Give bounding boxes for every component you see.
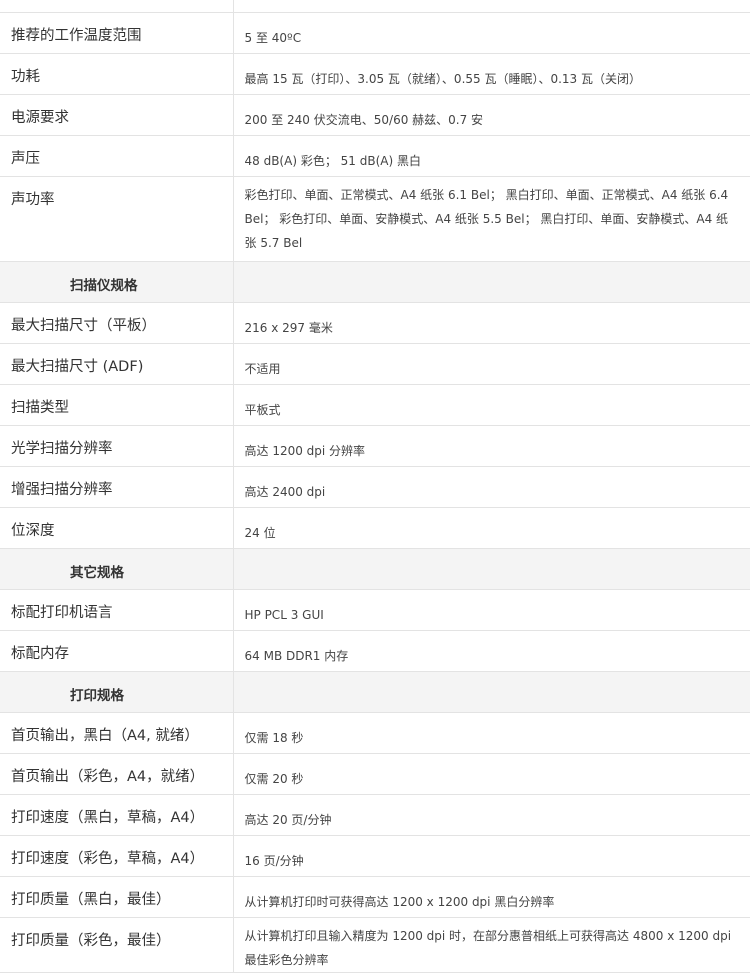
- table-row-top-edge: [0, 0, 750, 13]
- table-row: 最大扫描尺寸 (ADF) 不适用: [0, 342, 750, 385]
- table-row: 最大扫描尺寸（平板） 216 x 297 毫米: [0, 301, 750, 344]
- table-row: 标配打印机语言 HP PCL 3 GUI: [0, 588, 750, 631]
- spec-value: 平板式: [233, 383, 750, 426]
- spec-label: 打印质量（彩色，最佳）: [0, 916, 234, 973]
- section-title: 扫描仪规格: [0, 260, 234, 303]
- table-row: 首页输出（彩色，A4，就绪） 仅需 20 秒: [0, 752, 750, 795]
- spec-label: 最大扫描尺寸 (ADF): [0, 342, 234, 385]
- spec-value: HP PCL 3 GUI: [233, 588, 750, 631]
- spec-value: 48 dB(A) 彩色； 51 dB(A) 黑白: [233, 134, 750, 177]
- spec-value: 最高 15 瓦（打印）、3.05 瓦（就绪）、0.55 瓦（睡眠）、0.13 瓦…: [233, 52, 750, 95]
- spec-label: 位深度: [0, 506, 234, 549]
- section-title: 打印规格: [0, 670, 234, 713]
- table-row: 增强扫描分辨率 高达 2400 dpi: [0, 465, 750, 508]
- spec-label: 推荐的工作温度范围: [0, 11, 234, 54]
- spec-value: 16 页/分钟: [233, 834, 750, 877]
- spec-label: 首页输出，黑白（A4, 就绪）: [0, 711, 234, 754]
- spec-label: 电源要求: [0, 93, 234, 136]
- table-row: 标配内存 64 MB DDR1 内存: [0, 629, 750, 672]
- spec-value: 从计算机打印且输入精度为 1200 dpi 时，在部分惠普相纸上可获得高达 48…: [233, 916, 750, 973]
- spec-value: 彩色打印、单面、正常模式、A4 纸张 6.1 Bel； 黑白打印、单面、正常模式…: [233, 175, 750, 262]
- table-row: 扫描类型 平板式: [0, 383, 750, 426]
- spec-value: 216 x 297 毫米: [233, 301, 750, 344]
- spec-label: 声压: [0, 134, 234, 177]
- spec-value: 64 MB DDR1 内存: [233, 629, 750, 672]
- spec-label: 打印质量（黑白，最佳）: [0, 875, 234, 918]
- section-header-scanner: 扫描仪规格: [0, 260, 750, 303]
- spec-label: 最大扫描尺寸（平板）: [0, 301, 234, 344]
- table-row: 声压 48 dB(A) 彩色； 51 dB(A) 黑白: [0, 134, 750, 177]
- table-row: 首页输出，黑白（A4, 就绪） 仅需 18 秒: [0, 711, 750, 754]
- spec-value: 200 至 240 伏交流电、50/60 赫兹、0.7 安: [233, 93, 750, 136]
- spec-label: 打印速度（黑白，草稿，A4）: [0, 793, 234, 836]
- table-row: 功耗 最高 15 瓦（打印）、3.05 瓦（就绪）、0.55 瓦（睡眠）、0.1…: [0, 52, 750, 95]
- spec-value: 高达 20 页/分钟: [233, 793, 750, 836]
- spec-value: 高达 2400 dpi: [233, 465, 750, 508]
- spec-label: 扫描类型: [0, 383, 234, 426]
- table-row: 声功率 彩色打印、单面、正常模式、A4 纸张 6.1 Bel； 黑白打印、单面、…: [0, 175, 750, 262]
- spec-label: 声功率: [0, 175, 234, 262]
- table-row: 打印速度（彩色，草稿，A4） 16 页/分钟: [0, 834, 750, 877]
- section-title: 其它规格: [0, 547, 234, 590]
- table-row: 光学扫描分辨率 高达 1200 dpi 分辨率: [0, 424, 750, 467]
- spec-label: 光学扫描分辨率: [0, 424, 234, 467]
- spec-label: 标配内存: [0, 629, 234, 672]
- spec-label: 标配打印机语言: [0, 588, 234, 631]
- table-row: 推荐的工作温度范围 5 至 40ºC: [0, 11, 750, 54]
- spec-label: 首页输出（彩色，A4，就绪）: [0, 752, 234, 795]
- spec-value: 仅需 20 秒: [233, 752, 750, 795]
- spec-label: 增强扫描分辨率: [0, 465, 234, 508]
- spec-value: 仅需 18 秒: [233, 711, 750, 754]
- table-row: 打印速度（黑白，草稿，A4） 高达 20 页/分钟: [0, 793, 750, 836]
- spec-table: 推荐的工作温度范围 5 至 40ºC 功耗 最高 15 瓦（打印）、3.05 瓦…: [0, 0, 750, 973]
- spec-label: 打印速度（彩色，草稿，A4）: [0, 834, 234, 877]
- spec-value: 高达 1200 dpi 分辨率: [233, 424, 750, 467]
- table-row: 打印质量（彩色，最佳） 从计算机打印且输入精度为 1200 dpi 时，在部分惠…: [0, 916, 750, 973]
- spec-value: 24 位: [233, 506, 750, 549]
- section-header-print: 打印规格: [0, 670, 750, 713]
- table-row: 位深度 24 位: [0, 506, 750, 549]
- table-row: 打印质量（黑白，最佳） 从计算机打印时可获得高达 1200 x 1200 dpi…: [0, 875, 750, 918]
- spec-value: 从计算机打印时可获得高达 1200 x 1200 dpi 黑白分辨率: [233, 875, 750, 918]
- table-row: 电源要求 200 至 240 伏交流电、50/60 赫兹、0.7 安: [0, 93, 750, 136]
- section-header-other: 其它规格: [0, 547, 750, 590]
- spec-label: 功耗: [0, 52, 234, 95]
- spec-value: 不适用: [233, 342, 750, 385]
- spec-value: 5 至 40ºC: [233, 11, 750, 54]
